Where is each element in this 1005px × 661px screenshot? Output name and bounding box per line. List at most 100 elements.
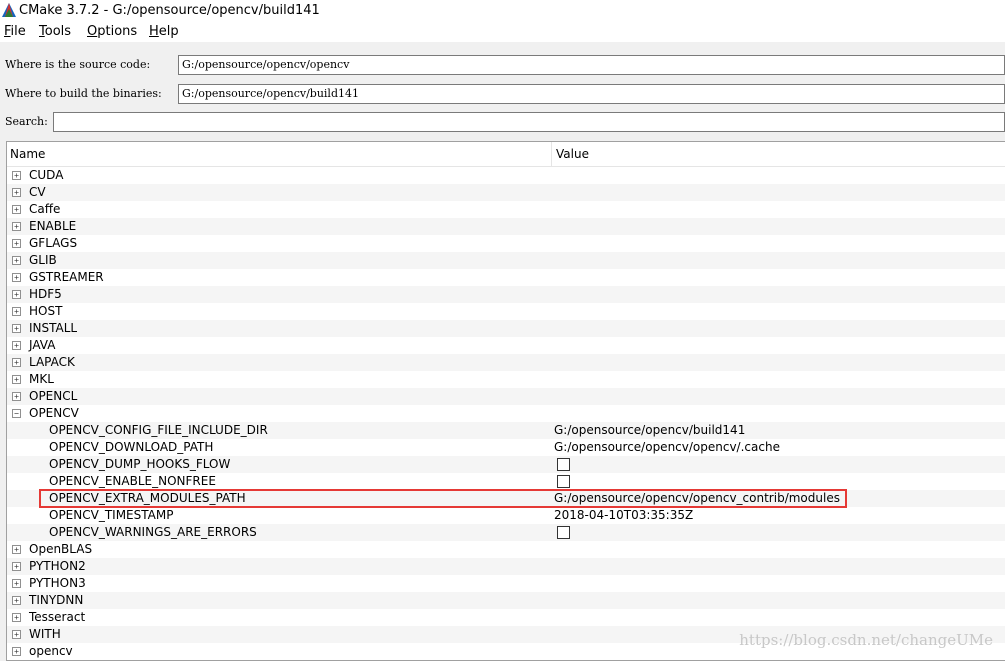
menu-bar: File Tools Options Help [0, 22, 1005, 42]
expand-icon[interactable]: + [12, 545, 21, 554]
tree-group-row[interactable]: + PYTHON2 [7, 558, 1005, 575]
expand-icon[interactable]: + [12, 256, 21, 265]
expand-icon[interactable]: + [12, 562, 21, 571]
tree-item-row[interactable]: OPENCV_TIMESTAMP 2018-04-10T03:35:35Z [7, 507, 1005, 524]
search-input[interactable] [53, 112, 1005, 132]
expand-icon[interactable]: + [12, 188, 21, 197]
group-name: JAVA [29, 338, 56, 352]
tree-group-row[interactable]: + Caffe [7, 201, 1005, 218]
variable-name: OPENCV_CONFIG_FILE_INCLUDE_DIR [49, 423, 268, 437]
expand-icon[interactable]: + [12, 324, 21, 333]
menu-file[interactable]: File [4, 24, 26, 40]
group-name: TINYDNN [29, 593, 84, 607]
variable-name: OPENCV_DOWNLOAD_PATH [49, 440, 214, 454]
tree-item-row[interactable]: OPENCV_ENABLE_NONFREE [7, 473, 1005, 490]
watermark: https://blog.csdn.net/changeUMe [739, 631, 993, 649]
window-title: CMake 3.7.2 - G:/opensource/opencv/build… [19, 3, 320, 18]
source-label: Where is the source code: [5, 58, 151, 71]
group-name: opencv [29, 644, 73, 658]
binaries-path-field[interactable]: G:/opensource/opencv/build141 [178, 84, 1005, 104]
tree-group-row[interactable]: − OPENCV [7, 405, 1005, 422]
group-name: MKL [29, 372, 54, 386]
tree-item-row[interactable]: OPENCV_WARNINGS_ARE_ERRORS [7, 524, 1005, 541]
tree-group-row[interactable]: + GFLAGS [7, 235, 1005, 252]
menu-help[interactable]: Help [149, 24, 179, 40]
group-name: PYTHON3 [29, 576, 86, 590]
tree-group-row[interactable]: + HDF5 [7, 286, 1005, 303]
group-name: INSTALL [29, 321, 78, 335]
tree-group-row[interactable]: + GLIB [7, 252, 1005, 269]
value-checkbox[interactable] [557, 526, 570, 539]
tree-group-row[interactable]: + CUDA [7, 167, 1005, 184]
group-name: Tesseract [29, 610, 86, 624]
title-bar: CMake 3.7.2 - G:/opensource/opencv/build… [0, 0, 1005, 22]
expand-icon[interactable]: + [12, 171, 21, 180]
expand-icon[interactable]: + [12, 375, 21, 384]
binaries-label: Where to build the binaries: [5, 87, 162, 100]
expand-icon[interactable]: + [12, 613, 21, 622]
column-header-value[interactable]: Value [556, 147, 589, 161]
expand-icon[interactable]: + [12, 630, 21, 639]
variable-value[interactable]: G:/opensource/opencv/build141 [554, 423, 745, 438]
source-path-field[interactable]: G:/opensource/opencv/opencv [178, 55, 1005, 75]
variable-name: OPENCV_ENABLE_NONFREE [49, 474, 216, 488]
tree-item-row[interactable]: OPENCV_CONFIG_FILE_INCLUDE_DIR G:/opensou… [7, 422, 1005, 439]
variable-name: OPENCV_TIMESTAMP [49, 508, 174, 522]
group-name: Caffe [29, 202, 61, 216]
expand-icon[interactable]: + [12, 579, 21, 588]
expand-icon[interactable]: + [12, 392, 21, 401]
highlight-box [39, 489, 847, 508]
tree-group-row[interactable]: + MKL [7, 371, 1005, 388]
expand-icon[interactable]: + [12, 273, 21, 282]
column-header-name[interactable]: Name [10, 147, 45, 161]
group-name: CV [29, 185, 46, 199]
group-name: GFLAGS [29, 236, 78, 250]
variable-name: OPENCV_WARNINGS_ARE_ERRORS [49, 525, 257, 539]
group-name: LAPACK [29, 355, 75, 369]
group-name: CUDA [29, 168, 64, 182]
tree-group-row[interactable]: + JAVA [7, 337, 1005, 354]
group-name: WITH [29, 627, 61, 641]
expand-icon[interactable]: + [12, 239, 21, 248]
tree-group-row[interactable]: + PYTHON3 [7, 575, 1005, 592]
column-divider[interactable] [551, 142, 552, 166]
expand-icon[interactable]: + [12, 341, 21, 350]
cmake-logo-icon [2, 3, 16, 17]
expand-icon[interactable]: + [12, 647, 21, 656]
search-label: Search: [5, 115, 48, 128]
tree-rows: + CUDA + CV + Caffe + ENABLE + GFLAGS + GLIB + GSTREA… [7, 167, 1005, 660]
group-name: OpenBLAS [29, 542, 93, 556]
expand-icon[interactable]: + [12, 307, 21, 316]
tree-group-row[interactable]: + ENABLE [7, 218, 1005, 235]
value-checkbox[interactable] [557, 475, 570, 488]
value-checkbox[interactable] [557, 458, 570, 471]
variable-value[interactable]: G:/opensource/opencv/opencv/.cache [554, 440, 780, 455]
tree-group-row[interactable]: + HOST [7, 303, 1005, 320]
group-name: OPENCL [29, 389, 78, 403]
variable-value[interactable]: 2018-04-10T03:35:35Z [554, 508, 693, 523]
tree-group-row[interactable]: + OpenBLAS [7, 541, 1005, 558]
tree-group-row[interactable]: + OPENCL [7, 388, 1005, 405]
tree-item-row[interactable]: OPENCV_DOWNLOAD_PATH G:/opensource/opencv… [7, 439, 1005, 456]
menu-tools[interactable]: Tools [39, 24, 71, 40]
expand-icon[interactable]: + [12, 290, 21, 299]
group-name: OPENCV [29, 406, 79, 420]
cache-tree-view[interactable]: Name Value + CUDA + CV + Caffe + ENABLE + GFLAGS +… [6, 141, 1005, 661]
collapse-icon[interactable]: − [12, 409, 21, 418]
tree-group-row[interactable]: + TINYDNN [7, 592, 1005, 609]
tree-group-row[interactable]: + CV [7, 184, 1005, 201]
expand-icon[interactable]: + [12, 205, 21, 214]
tree-group-row[interactable]: + LAPACK [7, 354, 1005, 371]
expand-icon[interactable]: + [12, 596, 21, 605]
tree-group-row[interactable]: + Tesseract [7, 609, 1005, 626]
group-name: GLIB [29, 253, 57, 267]
expand-icon[interactable]: + [12, 222, 21, 231]
group-name: PYTHON2 [29, 559, 86, 573]
expand-icon[interactable]: + [12, 358, 21, 367]
group-name: HDF5 [29, 287, 62, 301]
group-name: ENABLE [29, 219, 77, 233]
menu-options[interactable]: Options [87, 24, 137, 40]
tree-group-row[interactable]: + GSTREAMER [7, 269, 1005, 286]
tree-group-row[interactable]: + INSTALL [7, 320, 1005, 337]
tree-item-row[interactable]: OPENCV_DUMP_HOOKS_FLOW [7, 456, 1005, 473]
